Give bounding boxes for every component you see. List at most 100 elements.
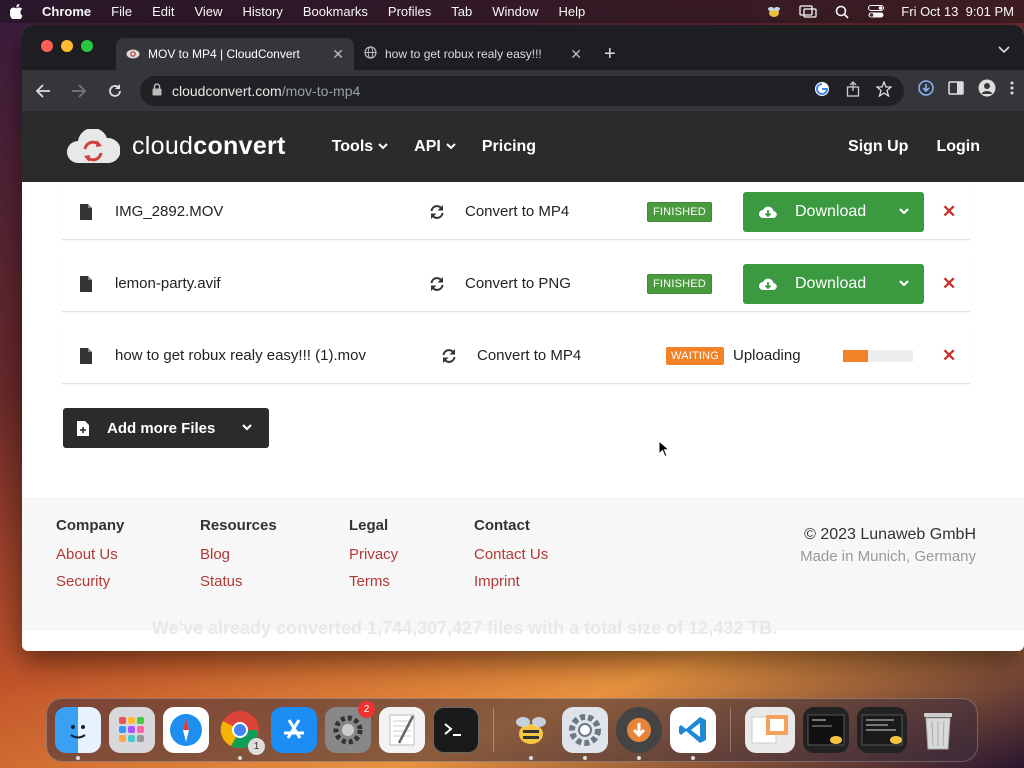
menu-app-name[interactable]: Chrome — [42, 4, 91, 19]
window-thumbnail-icon[interactable] — [857, 707, 907, 753]
nav-label: Tools — [331, 137, 374, 155]
download-button[interactable]: Download — [743, 191, 924, 232]
convert-target-select[interactable]: Convert to PNG — [465, 275, 571, 292]
apple-icon[interactable] — [10, 4, 24, 19]
terminal-icon[interactable] — [433, 707, 479, 753]
vscode-icon[interactable] — [670, 707, 716, 760]
convert-target-select[interactable]: Convert to MP4 — [465, 203, 569, 220]
status-badge: FINISHED — [647, 201, 712, 222]
tab-cloudconvert[interactable]: MOV to MP4 | CloudConvert ✕ — [116, 38, 354, 70]
footer-heading: Company — [56, 517, 125, 534]
upload-status-label: Uploading — [733, 347, 801, 364]
profile-avatar-icon[interactable] — [978, 79, 996, 102]
new-tab-plus-icon[interactable]: + — [604, 38, 616, 70]
download-button[interactable]: Download — [743, 263, 924, 304]
remove-file-icon[interactable]: ✕ — [942, 274, 956, 294]
nav-label: API — [414, 137, 441, 155]
menu-profiles[interactable]: Profiles — [388, 4, 431, 19]
footer-link-security[interactable]: Security — [56, 573, 124, 590]
window-controls — [41, 40, 93, 52]
file-row: how to get robux realy easy!!! (1).mov C… — [62, 328, 970, 384]
footer-column-contact: Contact Contact Us Imprint — [474, 517, 548, 600]
menu-file[interactable]: File — [111, 4, 132, 19]
menu-window[interactable]: Window — [492, 4, 538, 19]
menu-tab[interactable]: Tab — [451, 4, 472, 19]
nav-api[interactable]: API — [414, 138, 456, 156]
launchpad-icon[interactable] — [109, 707, 155, 753]
forward-arrow-icon[interactable] — [68, 80, 90, 102]
finder-icon[interactable] — [55, 707, 101, 760]
site-footer: Company About Us Security Resources Blog… — [22, 497, 1024, 638]
menu-clock[interactable]: Fri Oct 13 9:01 PM — [901, 4, 1014, 19]
safari-icon[interactable] — [163, 707, 209, 753]
settings-badge: 2 — [358, 701, 375, 718]
control-center-icon[interactable] — [867, 5, 885, 19]
spotlight-search-icon[interactable] — [833, 5, 851, 19]
convert-target-select[interactable]: Convert to MP4 — [477, 347, 581, 364]
system-preferences-gear-icon[interactable] — [562, 707, 608, 760]
share-icon[interactable] — [846, 81, 860, 100]
bookmark-star-icon[interactable] — [875, 80, 893, 100]
address-bar[interactable]: cloudconvert.com/mov-to-mp4 — [140, 75, 904, 106]
back-arrow-icon[interactable] — [32, 80, 54, 102]
tab-search-chevron-icon[interactable] — [998, 41, 1010, 59]
menu-help[interactable]: Help — [559, 4, 586, 19]
cloudconvert-logo[interactable]: cloudconvert — [66, 128, 286, 165]
chrome-profile-badge: 1 — [248, 738, 265, 755]
google-lens-icon[interactable] — [814, 81, 830, 100]
footer-link-privacy[interactable]: Privacy — [349, 546, 398, 563]
tab-title: how to get robux realy easy!!! — [385, 47, 542, 61]
url-domain: cloudconvert.com — [172, 82, 282, 99]
footer-link-contact-us[interactable]: Contact Us — [474, 546, 548, 563]
minimize-window-button[interactable] — [61, 40, 73, 52]
tab-close-icon[interactable]: ✕ — [332, 46, 344, 63]
chrome-icon[interactable]: 1 — [217, 707, 265, 760]
app-store-icon[interactable] — [271, 707, 317, 753]
chevron-down-icon[interactable] — [898, 279, 910, 288]
bee-app-status-icon[interactable] — [765, 5, 783, 19]
login-link[interactable]: Login — [936, 138, 980, 156]
sign-up-link[interactable]: Sign Up — [848, 138, 908, 156]
menu-view[interactable]: View — [194, 4, 222, 19]
site-header: cloudconvert Tools API Pricing Sign Up L… — [22, 111, 1024, 182]
window-thumbnail-icon[interactable] — [803, 707, 849, 753]
zoom-window-button[interactable] — [81, 40, 93, 52]
reload-icon[interactable] — [104, 80, 126, 102]
tab-close-icon[interactable]: ✕ — [570, 46, 582, 63]
chevron-down-icon[interactable] — [898, 207, 910, 216]
footer-link-imprint[interactable]: Imprint — [474, 573, 548, 590]
convert-refresh-icon — [430, 204, 444, 219]
side-panel-icon[interactable] — [948, 81, 964, 100]
footer-heading: Resources — [200, 517, 277, 534]
footer-link-terms[interactable]: Terms — [349, 573, 398, 590]
download-label: Download — [795, 274, 867, 292]
close-window-button[interactable] — [41, 40, 53, 52]
menu-bookmarks[interactable]: Bookmarks — [303, 4, 368, 19]
textedit-icon[interactable] — [379, 707, 425, 753]
lock-icon[interactable] — [152, 82, 162, 99]
bee-app-icon[interactable] — [508, 707, 554, 760]
system-settings-icon[interactable]: 2 — [325, 701, 375, 753]
footer-link-blog[interactable]: Blog — [200, 546, 277, 563]
kebab-menu-icon[interactable] — [1010, 81, 1014, 100]
menu-edit[interactable]: Edit — [152, 4, 174, 19]
menu-history[interactable]: History — [242, 4, 282, 19]
remove-file-icon[interactable]: ✕ — [942, 346, 956, 366]
tab-robux[interactable]: how to get robux realy easy!!! ✕ — [354, 38, 592, 70]
nav-tools[interactable]: Tools — [332, 138, 388, 156]
globe-icon — [364, 46, 377, 62]
footer-link-about[interactable]: About Us — [56, 546, 124, 563]
footer-link-status[interactable]: Status — [200, 573, 277, 590]
remove-file-icon[interactable]: ✕ — [942, 202, 956, 222]
screen-mirroring-icon[interactable] — [799, 5, 817, 19]
tab-title: MOV to MP4 | CloudConvert — [148, 47, 300, 61]
trash-icon[interactable] — [915, 707, 961, 753]
add-more-files-button[interactable]: Add more Files — [63, 408, 269, 448]
nav-pricing[interactable]: Pricing — [482, 138, 536, 156]
recent-documents-icon[interactable] — [745, 707, 795, 753]
conversion-list: IMG_2892.MOV Convert to MP4 FINISHED Dow… — [22, 182, 1024, 497]
chevron-down-icon[interactable] — [241, 424, 253, 432]
downloader-app-icon[interactable] — [616, 707, 662, 760]
file-name: IMG_2892.MOV — [115, 203, 224, 220]
download-indicator-icon[interactable] — [918, 80, 934, 101]
